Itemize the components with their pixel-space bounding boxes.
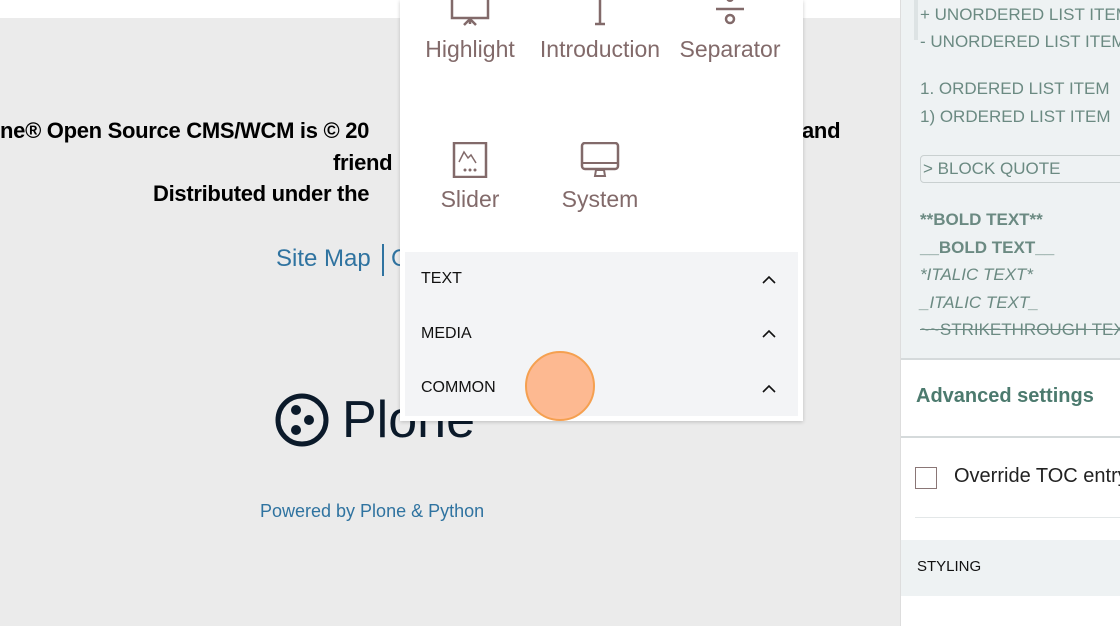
block-slider[interactable]: Slider bbox=[405, 142, 535, 213]
category-text[interactable]: TEXT bbox=[405, 252, 798, 307]
click-indicator bbox=[525, 351, 595, 421]
footer-copyright-text-end: and bbox=[802, 118, 841, 143]
block-label: Separator bbox=[679, 36, 781, 62]
footer-copyright-text: ne® Open Source CMS/WCM is © 20 bbox=[0, 118, 370, 143]
help-line: *ITALIC TEXT* bbox=[920, 265, 1034, 284]
site-map-link[interactable]: Site Map bbox=[276, 245, 371, 273]
plone-logo-icon bbox=[275, 393, 329, 447]
block-label: Introduction bbox=[539, 36, 661, 62]
override-toc-checkbox[interactable] bbox=[915, 467, 937, 489]
footer-license-text: Distributed under the bbox=[153, 181, 370, 206]
chevron-up-icon bbox=[762, 330, 776, 338]
help-line: _ITALIC TEXT_ bbox=[920, 293, 1039, 312]
block-label: Highlight bbox=[425, 36, 515, 62]
block-categories: TEXT MEDIA COMMON bbox=[405, 252, 798, 416]
chevron-up-icon bbox=[762, 384, 776, 393]
divider bbox=[915, 517, 1120, 518]
category-common[interactable]: COMMON bbox=[405, 361, 798, 416]
powered-by-link[interactable]: Powered by Plone & Python bbox=[260, 501, 484, 522]
block-label: System bbox=[561, 186, 639, 212]
block-highlight[interactable]: Highlight bbox=[405, 0, 535, 63]
block-chooser-popup: Highlight Introduction Separator Slider … bbox=[400, 0, 803, 421]
help-line: __BOLD TEXT__ bbox=[920, 238, 1055, 257]
block-separator[interactable]: Separator bbox=[665, 0, 795, 63]
chevron-up-icon bbox=[762, 275, 776, 284]
category-label: MEDIA bbox=[421, 324, 472, 342]
help-line: 1) ORDERED LIST ITEM bbox=[920, 107, 1111, 126]
advanced-settings-heading[interactable]: Advanced settings bbox=[916, 385, 1094, 408]
markdown-help: + UNORDERED LIST ITEM - UNORDERED LIST I… bbox=[901, 0, 1120, 360]
block-label: Slider bbox=[440, 186, 500, 212]
monitor-icon bbox=[580, 142, 620, 177]
help-line: 1. ORDERED LIST ITEM bbox=[920, 79, 1110, 98]
category-label: TEXT bbox=[421, 270, 462, 288]
styling-label: STYLING bbox=[917, 558, 982, 575]
footer-friends-text: friend bbox=[333, 150, 393, 175]
help-line: **BOLD TEXT** bbox=[920, 210, 1043, 229]
styling-section[interactable]: STYLING bbox=[901, 540, 1120, 596]
override-toc-label: Override TOC entry bbox=[954, 465, 1120, 487]
help-line: - UNORDERED LIST ITEM bbox=[920, 32, 1120, 51]
block-introduction[interactable]: Introduction bbox=[535, 0, 665, 63]
category-media[interactable]: MEDIA bbox=[405, 307, 798, 362]
divider bbox=[901, 436, 1120, 438]
text-icon bbox=[595, 0, 605, 26]
help-line: > BLOCK QUOTE bbox=[920, 155, 1120, 183]
help-line: ~~STRIKETHROUGH TEXT~~ bbox=[920, 320, 1120, 339]
separator-icon bbox=[716, 0, 744, 25]
block-system[interactable]: System bbox=[535, 142, 665, 213]
highlight-icon bbox=[450, 0, 490, 26]
help-line: + UNORDERED LIST ITEM bbox=[920, 5, 1120, 24]
slider-icon bbox=[452, 142, 488, 178]
sidebar: + UNORDERED LIST ITEM - UNORDERED LIST I… bbox=[900, 0, 1120, 626]
scroll-indicator bbox=[914, 0, 918, 40]
link-divider bbox=[382, 244, 384, 276]
category-label: COMMON bbox=[421, 379, 496, 397]
